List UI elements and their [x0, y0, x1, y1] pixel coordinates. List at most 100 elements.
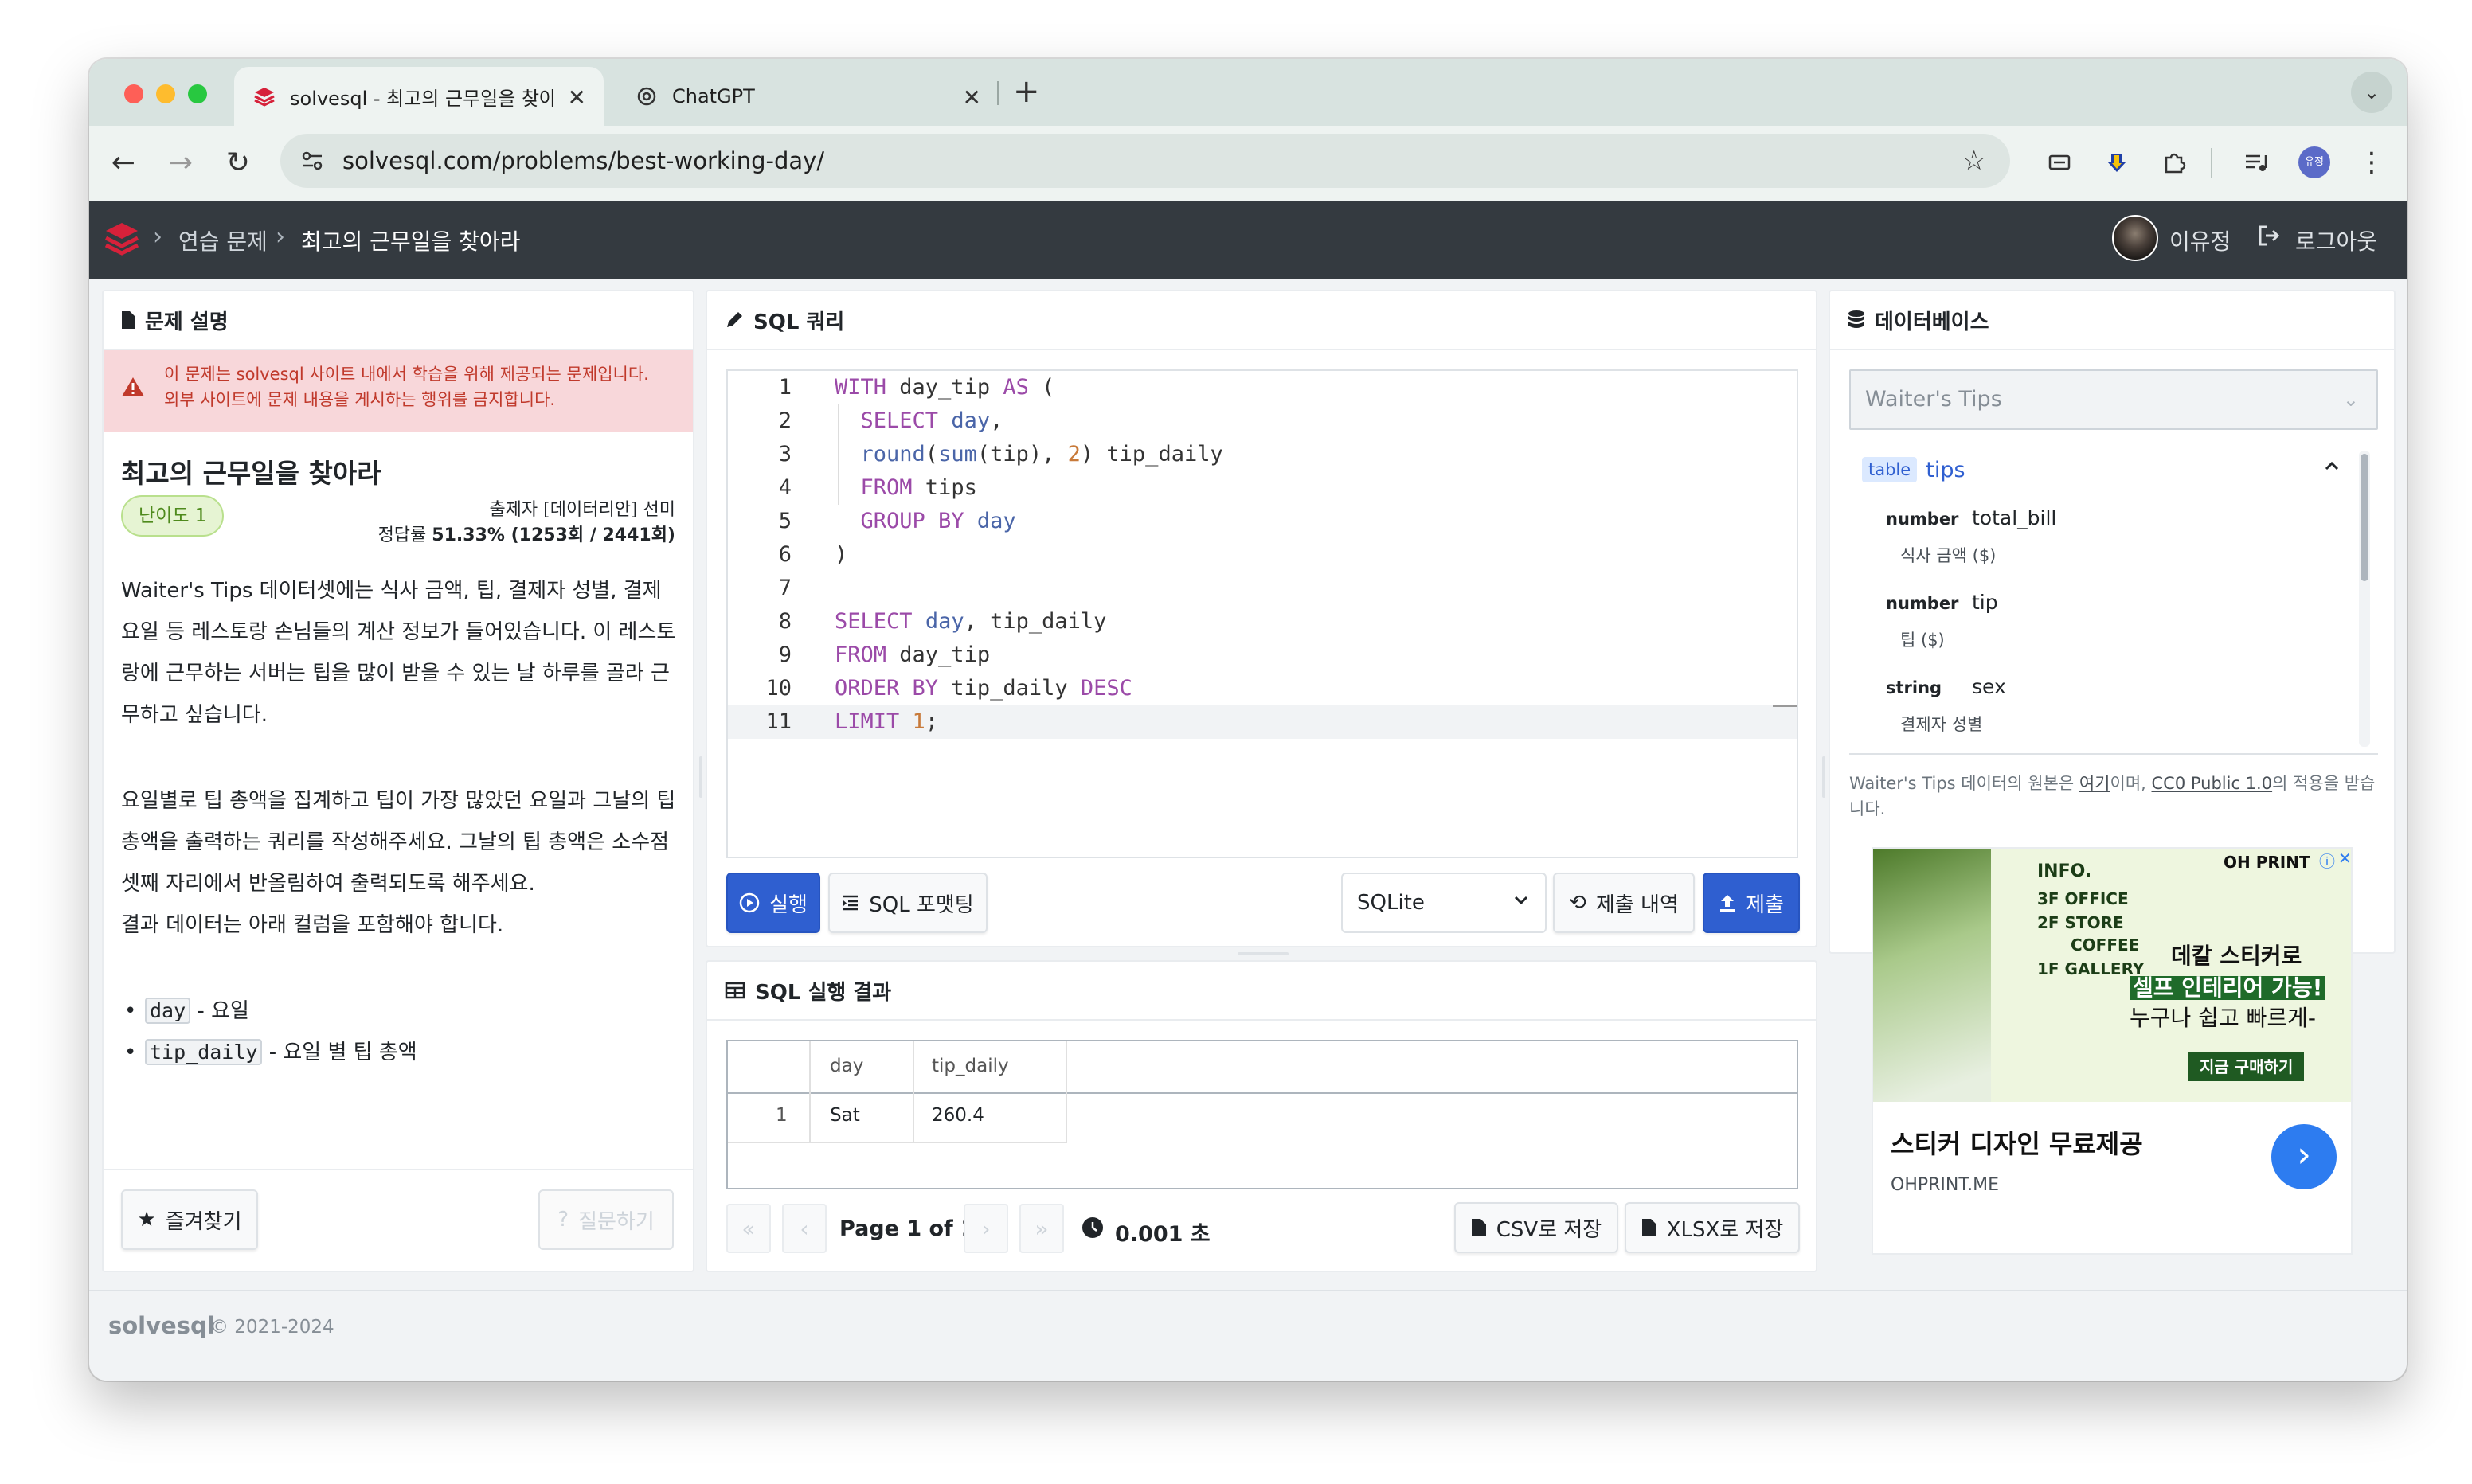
table-tips-toggle[interactable]: table tips	[1862, 457, 1965, 482]
grid-header-divider	[728, 1092, 1797, 1094]
close-tab-icon[interactable]: ✕	[963, 84, 981, 111]
url-text[interactable]: solvesql.com/problems/best-working-day/	[342, 147, 824, 174]
note-text: 이며,	[2110, 774, 2152, 793]
solvesql-logo-icon[interactable]	[104, 220, 140, 261]
browser-menu-icon[interactable]: ⋮	[2354, 145, 2389, 180]
close-window-button[interactable]	[124, 84, 143, 103]
bookmark-button[interactable]: ★ 즐겨찾기	[121, 1189, 258, 1250]
save-xlsx-button[interactable]: XLSX로 저장	[1625, 1202, 1800, 1253]
close-tab-icon[interactable]: ✕	[568, 84, 586, 111]
note-text: Waiter's Tips 데이터의 원본은	[1849, 774, 2079, 793]
save-csv-button[interactable]: CSV로 저장	[1454, 1202, 1618, 1253]
dataset-select[interactable]: Waiter's Tips ⌄	[1849, 369, 2378, 430]
grid-col-divider	[809, 1041, 811, 1143]
license-link[interactable]: CC0 Public 1.0	[2152, 774, 2273, 793]
profile-avatar[interactable]: 유정	[2297, 145, 2332, 180]
new-tab-button[interactable]: +	[1013, 73, 1040, 110]
column-description: 팁 ($)	[1900, 631, 1945, 650]
ad-info-icon[interactable]: ⓘ	[2319, 849, 2335, 872]
browser-toolbar: ← → ↻ solvesql.com/problems/best-working…	[89, 126, 2407, 201]
problem-panel-header: 문제 설명	[104, 291, 693, 350]
minimize-window-button[interactable]	[156, 84, 175, 103]
tab-search-chevron-icon[interactable]: ⌄	[2351, 72, 2392, 113]
browser-window: solvesql - 최고의 근무일을 찾아라 ✕ ChatGPT ✕ + ⌄ …	[89, 59, 2407, 1381]
panel-title: SQL 쿼리	[753, 310, 845, 334]
submit-label: 제출	[1746, 892, 1784, 917]
engine-value: SQLite	[1357, 891, 1425, 915]
database-panel-header: 데이터베이스	[1830, 291, 2394, 350]
ad-copy-3: 누구나 쉽고 빠르게-	[2130, 1005, 2316, 1031]
user-avatar[interactable]	[2112, 215, 2158, 261]
extensions-puzzle-icon[interactable]	[2157, 145, 2192, 180]
user-name[interactable]: 이유정	[2169, 225, 2231, 256]
sql-editor[interactable]: 1 WITH day_tip AS ( 2 SELECT day, 3 round…	[726, 369, 1798, 858]
query-panel: SQL 쿼리 1 WITH day_tip AS ( 2 SELECT day, …	[706, 290, 1817, 947]
prev-page-button[interactable]: ‹	[782, 1204, 827, 1253]
upload-icon	[1719, 893, 1736, 912]
resize-handle[interactable]	[1238, 952, 1289, 955]
run-button[interactable]: 실행	[726, 873, 820, 933]
submit-button[interactable]: 제출	[1703, 873, 1800, 933]
ad-image: INFO. OH PRINT ⓘ ✕ 3F OFFICE 2F STORE CO…	[1873, 849, 2351, 1102]
resize-handle[interactable]	[1822, 756, 1825, 798]
description-paragraph-1: Waiter's Tips 데이터셋에는 식사 금액, 팁, 결제자 성별, 결…	[121, 579, 676, 727]
address-bar[interactable]: solvesql.com/problems/best-working-day/ …	[280, 134, 2010, 188]
media-control-icon[interactable]	[2239, 145, 2274, 180]
panel-title: SQL 실행 결과	[755, 980, 892, 1005]
column-desc: - 요일	[197, 999, 249, 1023]
star-icon: ★	[137, 1208, 156, 1232]
column-code: day	[145, 998, 191, 1024]
breadcrumb-chevron-icon: ›	[153, 223, 162, 251]
code-line: 4 FROM tips	[778, 475, 977, 500]
last-page-button[interactable]: »	[1019, 1204, 1064, 1253]
cell-day[interactable]: Sat	[830, 1105, 860, 1126]
source-link[interactable]: 여기	[2079, 774, 2110, 793]
download-extension-icon[interactable]	[2099, 145, 2134, 180]
tab-chatgpt[interactable]: ChatGPT ✕	[616, 67, 999, 126]
csv-label: CSV로 저장	[1496, 1217, 1602, 1242]
ad-arrow-button[interactable]: ›	[2271, 1124, 2337, 1189]
ad-floor: 3F OFFICE	[2037, 889, 2129, 908]
submission-history-button[interactable]: ⟲ 제출 내역	[1553, 873, 1695, 933]
column-type: number	[1886, 594, 1959, 613]
forward-button[interactable]: →	[162, 145, 199, 182]
first-page-button[interactable]: «	[726, 1204, 771, 1253]
column-header[interactable]: day	[830, 1056, 863, 1076]
document-icon	[121, 310, 135, 330]
sql-format-button[interactable]: SQL 포맷팅	[828, 873, 988, 933]
scrollbar-thumb[interactable]	[2361, 454, 2368, 581]
profile-badge: 유정	[2298, 146, 2330, 178]
back-button[interactable]: ←	[105, 145, 142, 182]
tab-solvesql[interactable]: solvesql - 최고의 근무일을 찾아라 ✕	[234, 67, 604, 126]
advertisement[interactable]: INFO. OH PRINT ⓘ ✕ 3F OFFICE 2F STORE CO…	[1872, 847, 2353, 1255]
column-description: 결제자 성별	[1900, 715, 1983, 734]
resize-handle[interactable]	[699, 756, 702, 798]
panel-title: 데이터베이스	[1875, 310, 1989, 334]
sql-engine-select[interactable]: SQLite	[1341, 873, 1547, 933]
chevron-down-icon	[1512, 890, 1531, 915]
column-name: sex	[1972, 675, 2006, 698]
site-footer: solvesql © 2021-2024	[89, 1290, 2407, 1381]
ad-floor: COFFEE	[2071, 935, 2140, 955]
site-settings-icon[interactable]	[298, 146, 327, 175]
maximize-window-button[interactable]	[188, 84, 207, 103]
column-header[interactable]: tip_daily	[932, 1056, 1009, 1076]
reload-button[interactable]: ↻	[220, 145, 256, 182]
bookmark-star-icon[interactable]: ☆	[1962, 145, 1986, 177]
ad-cta[interactable]: 지금 구매하기	[2188, 1052, 2305, 1081]
next-page-button[interactable]: ›	[964, 1204, 1008, 1253]
logout-icon[interactable]	[2257, 225, 2281, 252]
logout-link[interactable]: 로그아웃	[2295, 225, 2377, 256]
schema-scrollbar[interactable]	[2359, 451, 2370, 747]
ask-label: 질문하기	[578, 1209, 655, 1234]
code-line: 2 SELECT day,	[778, 408, 1003, 433]
ad-close-icon[interactable]: ✕	[2338, 849, 2351, 868]
file-csv-icon	[1471, 1218, 1487, 1237]
reading-mode-icon[interactable]	[2042, 145, 2077, 180]
code-line: 10 ORDER BY tip_daily DESC	[765, 676, 1132, 701]
breadcrumb-practice[interactable]: 연습 문제	[178, 225, 268, 256]
ask-question-button[interactable]: ? 질문하기	[538, 1189, 674, 1250]
chevron-up-icon[interactable]	[2322, 457, 2341, 479]
warning-icon	[121, 376, 145, 405]
cell-tip-daily[interactable]: 260.4	[932, 1105, 984, 1126]
